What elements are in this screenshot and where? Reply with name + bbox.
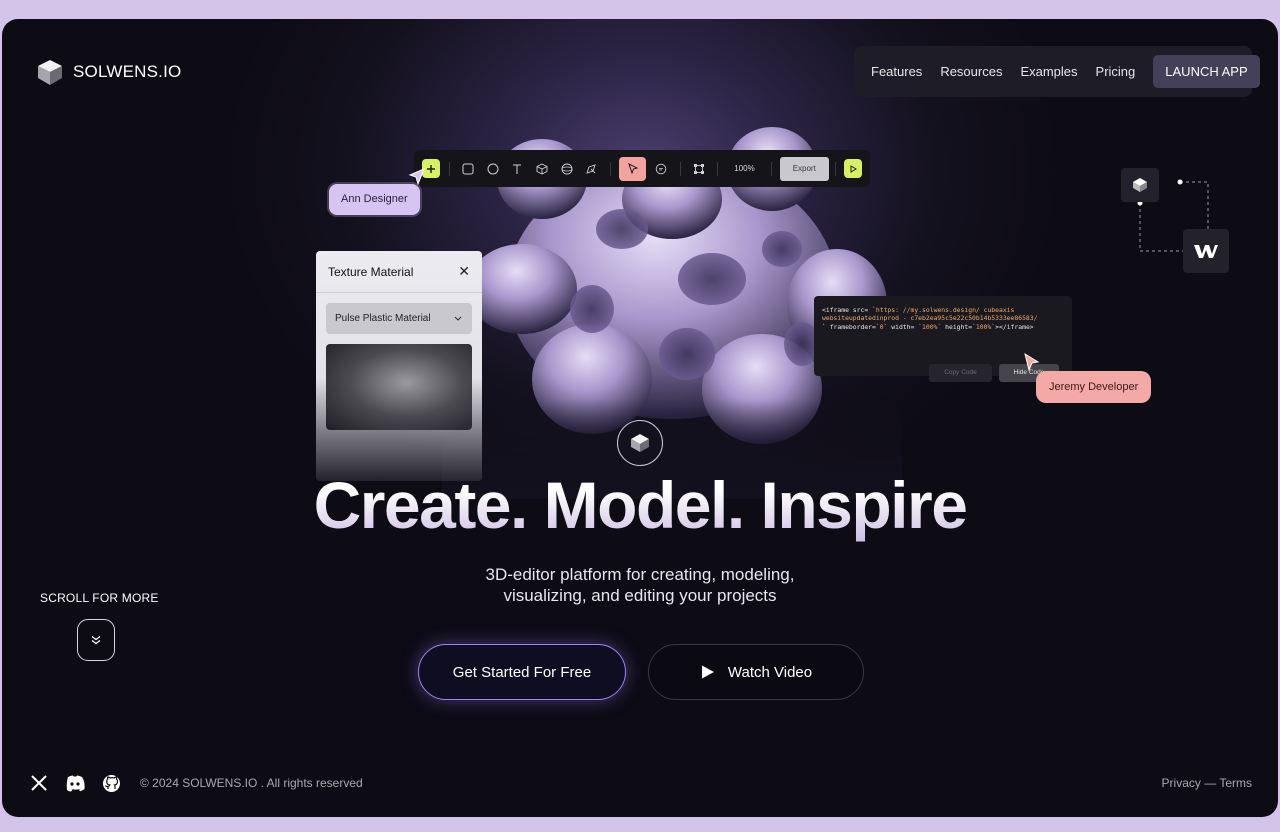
sphere-tool[interactable] [557,159,577,179]
zoom-level[interactable]: 100% [734,164,754,173]
webflow-icon [1194,245,1218,258]
get-started-button[interactable]: Get Started For Free [418,644,626,700]
texture-material-panel: Texture Material ✕ Pulse Plastic Materia… [316,251,482,481]
page-frame: SOLWENS.IO Features Resources Examples P… [2,19,1278,817]
integration-webflow-tile[interactable] [1183,229,1229,273]
play-icon [850,164,858,173]
discord-link[interactable] [64,773,86,793]
transform-icon [693,163,704,174]
text-tool[interactable] [507,159,527,179]
x-icon [31,775,47,791]
ellipse-tool[interactable] [483,159,503,179]
close-icon[interactable]: ✕ [458,263,470,280]
legal-links: Privacy — Terms [1162,776,1252,790]
double-chevron-down-icon [91,635,101,645]
brand-logo[interactable]: SOLWENS.IO [35,57,181,87]
github-icon [102,774,120,792]
hero-subtitle-line: visualizing, and editing your projects [503,586,777,605]
github-link[interactable] [100,773,122,793]
scroll-down-button[interactable] [77,619,115,661]
comment-icon [656,163,667,174]
material-select-value: Pulse Plastic Material [335,313,431,324]
play-icon [701,665,714,679]
brand-name: SOLWENS.IO [73,62,182,81]
hero-subtitle: 3D-editor platform for creating, modelin… [2,564,1278,606]
cube-logo-icon [631,434,649,452]
cube-logo-icon [38,60,62,85]
social-links [28,773,122,793]
material-preview-image [326,344,472,430]
pen-tool[interactable] [581,159,601,179]
circle-icon [487,163,499,174]
cube-tool[interactable] [532,159,552,179]
legal-separator: — [1200,776,1220,790]
hero-logo-badge [617,420,663,466]
cursor-icon [627,162,639,174]
toolbar-divider [834,161,836,176]
developer-label: Jeremy Developer [1036,371,1152,403]
designer-label: Ann Designer [329,184,420,215]
toolbar-divider [770,161,772,176]
toolbar-divider [609,161,611,176]
nav-examples[interactable]: Examples [1020,64,1077,79]
top-navigation: Features Resources Examples Pricing LAUN… [854,46,1260,97]
chevron-down-icon [454,316,462,321]
select-tool[interactable] [618,156,647,181]
plus-icon [426,164,435,173]
play-button[interactable] [843,159,863,178]
terms-link[interactable]: Terms [1219,776,1252,790]
toolbar-divider [448,161,450,176]
integration-app-tile[interactable] [1121,168,1159,202]
nav-pricing[interactable]: Pricing [1096,64,1136,79]
sphere-icon [561,163,572,174]
export-button[interactable]: Export [779,156,829,181]
launch-app-button[interactable]: LAUNCH APP [1153,55,1260,88]
toolbar-divider [717,161,719,176]
code-line: <iframe src= `https: //my.solwens.design… [822,306,1015,314]
discord-icon [66,775,85,791]
pen-icon [586,163,596,174]
developer-cursor-icon [1024,352,1040,372]
copy-code-button[interactable]: Copy Code [929,364,992,382]
rectangle-tool[interactable] [458,159,478,179]
panel-header: Texture Material ✕ [316,251,482,293]
cube-icon [536,162,548,175]
privacy-link[interactable]: Privacy [1162,776,1201,790]
nav-resources[interactable]: Resources [940,64,1002,79]
cube-logo-icon [1133,178,1147,192]
x-twitter-link[interactable] [28,773,50,793]
text-icon [513,164,522,174]
get-started-label: Get Started For Free [452,663,592,681]
scroll-label: SCROLL FOR MORE [40,591,159,605]
material-select[interactable]: Pulse Plastic Material [326,303,472,334]
copyright-text: © 2024 SOLWENS.IO . All rights reserved [140,776,363,790]
watch-video-button[interactable]: Watch Video [648,644,864,700]
hero-title: Create. Model. Inspire [2,467,1278,543]
hero-subtitle-line: 3D-editor platform for creating, modelin… [485,565,795,584]
toolbar-divider [679,161,681,176]
transform-tool[interactable] [689,159,709,179]
panel-title: Texture Material [328,264,414,279]
code-line: websiteupdatedinprod - c7eb2ea95c5e22c50… [822,314,1038,323]
code-line: ` frameborder=`0` width= `100%` height=`… [822,322,1034,331]
rectangle-icon [462,163,474,174]
comment-tool[interactable] [651,159,671,179]
nav-features[interactable]: Features [871,64,922,79]
watch-video-label: Watch Video [727,663,813,681]
editor-toolbar: 100% Export [414,150,870,187]
